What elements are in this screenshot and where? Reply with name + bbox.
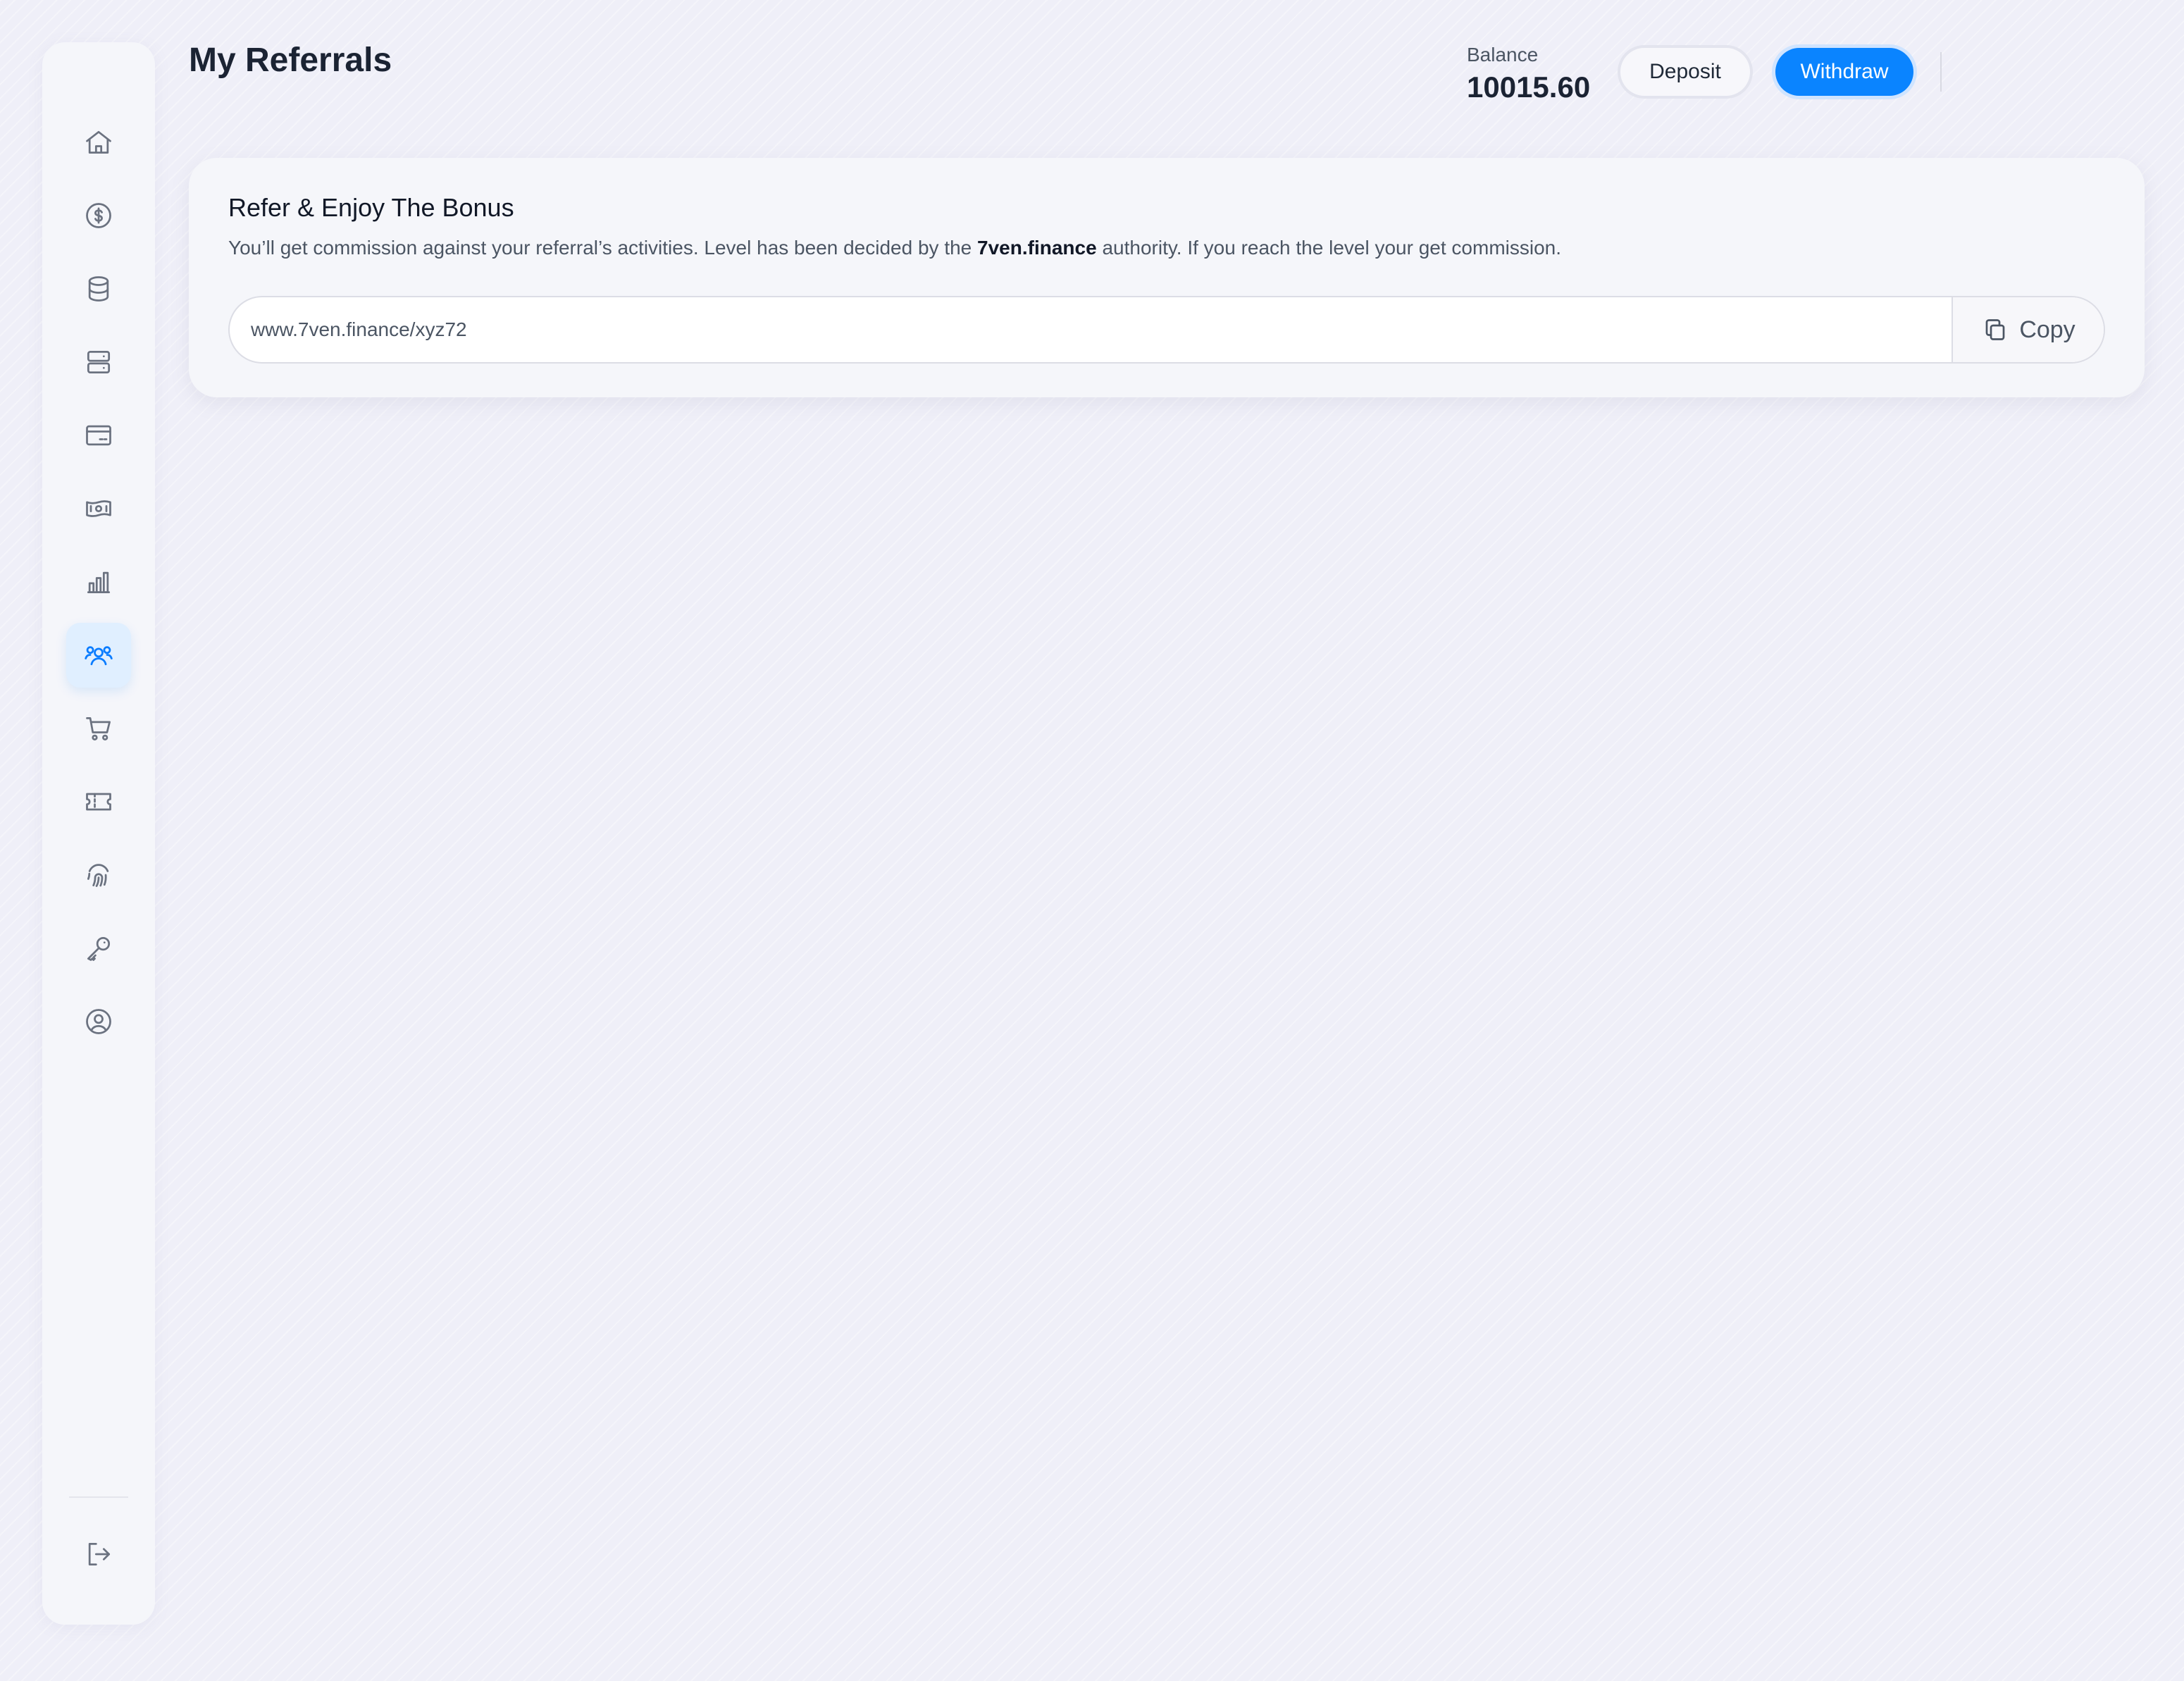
card-description: You’ll get commission against your refer… (228, 237, 1561, 259)
sidebar (42, 42, 155, 1625)
desc-text: You’ll get commission against your refer… (228, 237, 978, 259)
sidebar-item-profile[interactable] (66, 989, 131, 1054)
sidebar-item-home[interactable] (66, 110, 131, 175)
database-icon (88, 276, 109, 302)
sidebar-item-statistics[interactable] (66, 550, 131, 614)
balance-label: Balance (1467, 44, 1539, 66)
sidebar-item-shop[interactable] (66, 696, 131, 761)
sidebar-item-server[interactable] (66, 330, 131, 395)
sidebar-item-security[interactable] (66, 843, 131, 907)
sidebar-item-tickets[interactable] (66, 769, 131, 834)
banknote-icon (86, 500, 111, 517)
ticket-icon (86, 793, 111, 811)
deposit-button[interactable]: Deposit (1620, 48, 1750, 96)
dollar-circle-icon (86, 203, 111, 228)
home-icon (86, 130, 111, 154)
copy-icon (1985, 319, 2005, 340)
copy-label: Copy (2019, 316, 2076, 343)
sidebar-item-money[interactable] (66, 476, 131, 541)
balance-value: 10015.60 (1467, 70, 1591, 104)
sidebar-item-cards[interactable] (66, 403, 131, 468)
shopping-cart-icon (86, 717, 111, 740)
header-divider (1940, 52, 1942, 92)
sidebar-item-database[interactable] (66, 256, 131, 321)
desc-brand: 7ven.finance (977, 237, 1097, 259)
logout-button[interactable] (66, 1522, 131, 1587)
copy-button[interactable]: Copy (1952, 297, 2104, 362)
sidebar-divider (69, 1496, 128, 1498)
users-icon (85, 646, 113, 666)
balance: Balance 10015.60 (1467, 44, 1608, 104)
fingerprint-icon (87, 864, 109, 887)
server-icon (87, 350, 111, 374)
referral-link-input[interactable] (230, 297, 1952, 362)
user-circle-icon (86, 1009, 111, 1034)
credit-card-icon (86, 425, 111, 446)
logout-icon (88, 1542, 111, 1566)
key-icon (87, 936, 111, 961)
bar-chart-icon (87, 571, 111, 594)
sidebar-item-api-keys[interactable] (66, 916, 131, 981)
card-title: Refer & Enjoy The Bonus (228, 193, 514, 222)
page-title: My Referrals (189, 42, 392, 79)
desc-text-end: authority. If you reach the level your g… (1096, 237, 1562, 259)
referral-link-box: Copy (228, 296, 2105, 364)
sidebar-item-finance[interactable] (66, 183, 131, 248)
sidebar-item-referrals[interactable] (66, 623, 131, 688)
referral-card: Refer & Enjoy The Bonus You’ll get commi… (189, 158, 2145, 397)
withdraw-button[interactable]: Withdraw (1775, 48, 1913, 96)
